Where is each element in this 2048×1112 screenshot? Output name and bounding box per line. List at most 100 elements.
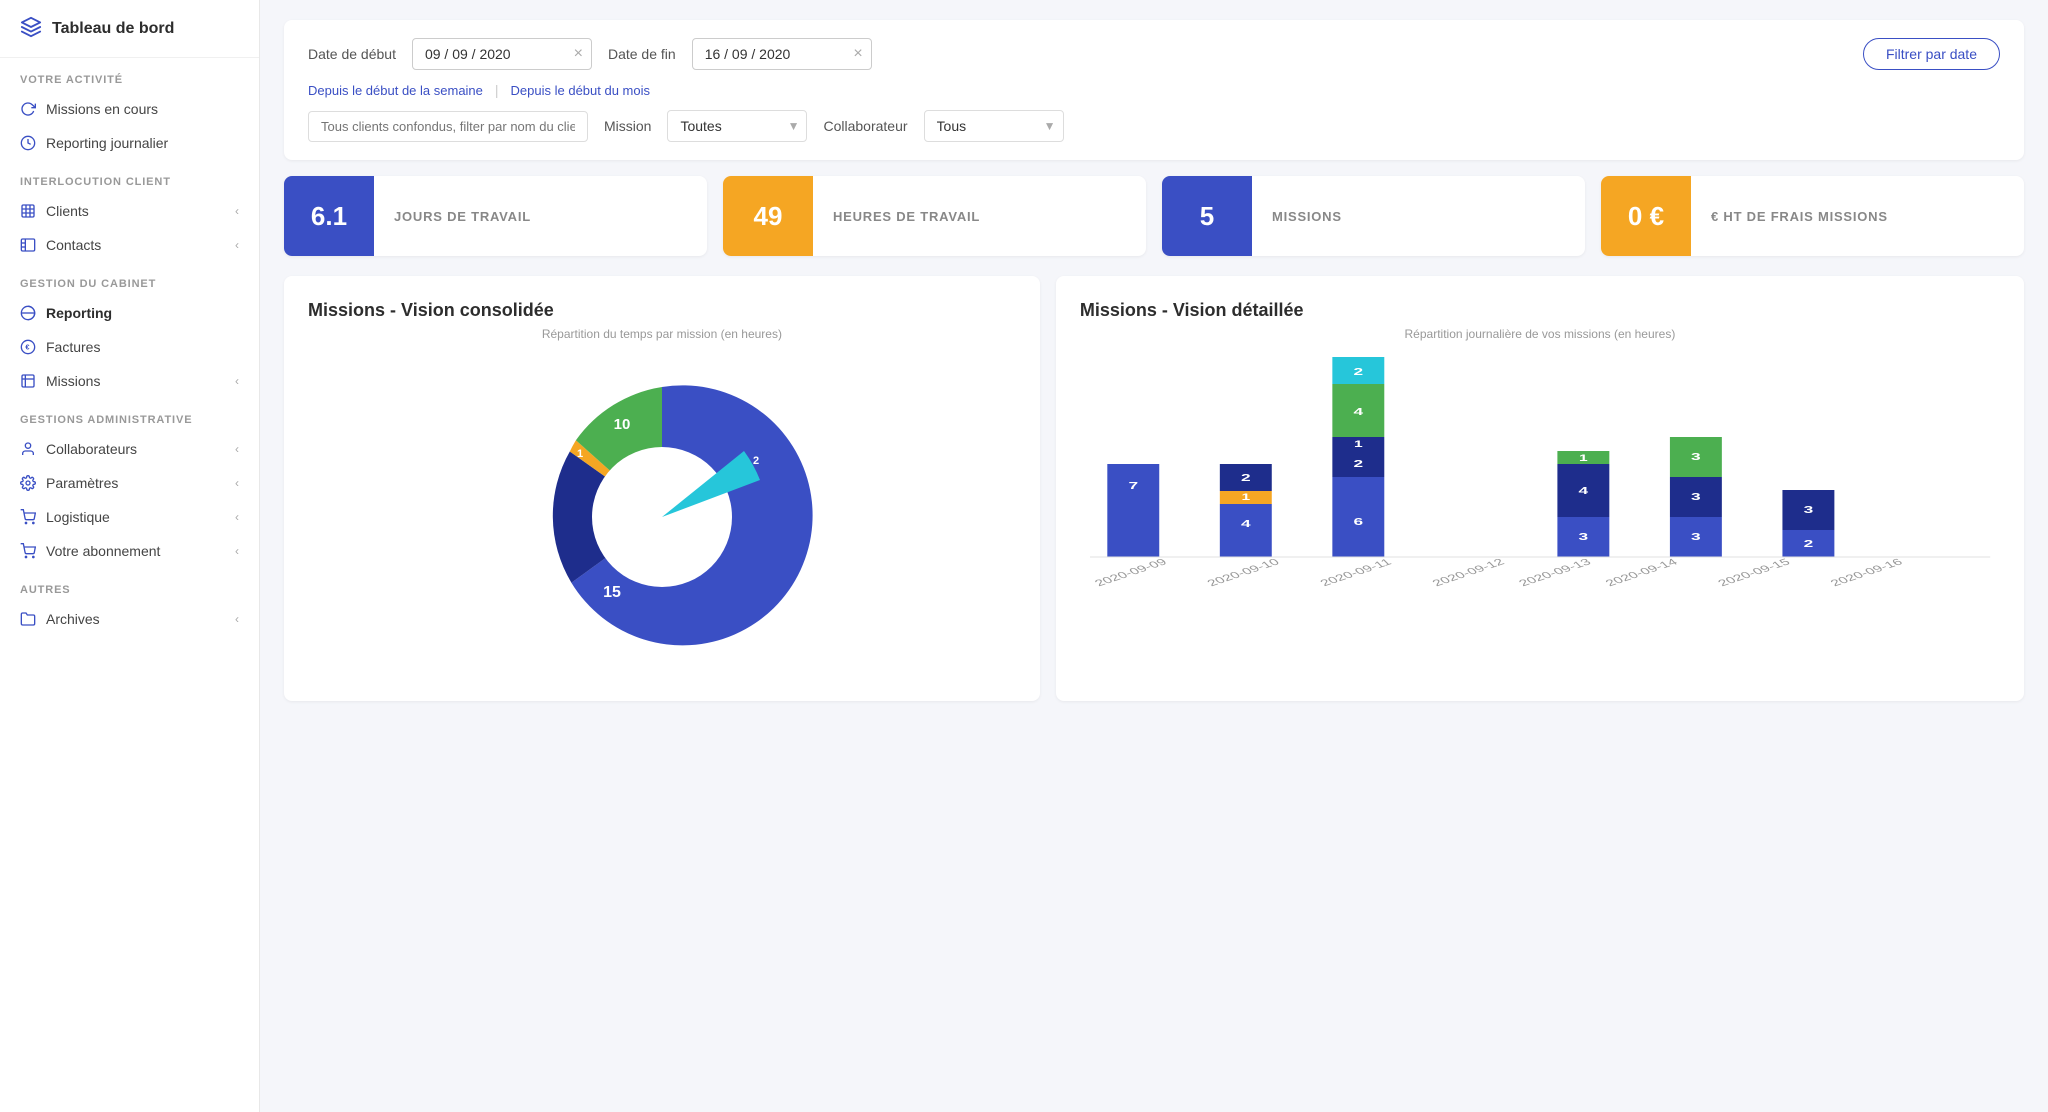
kpi-value-jours-travail: 6.1 [284,176,374,256]
kpi-label-heures-travail: HEURES DE TRAVAIL [813,209,1000,224]
collaborateur-select[interactable]: Tous Collab 1 Collab 2 [924,110,1064,142]
date-label: 2020-09-14 [1602,556,1680,588]
layers-icon [20,16,42,41]
filtrer-par-date-button[interactable]: Filtrer par date [1863,38,2000,70]
svg-text:€: € [25,343,29,352]
quick-link-mois[interactable]: Depuis le début du mois [511,83,650,98]
sidebar-item-label: Paramètres [46,475,118,491]
date-debut-label: Date de début [308,46,396,62]
collaborateur-select-wrap: Tous Collab 1 Collab 2 ▼ [924,110,1064,142]
sidebar-item-factures[interactable]: € Factures [0,330,259,364]
bar-value: 3 [1691,451,1701,462]
logistics-icon [20,509,36,525]
date-fin-input[interactable]: 16 / 09 / 2020 × [692,38,872,70]
kpi-label-frais-missions: € HT DE FRAIS MISSIONS [1691,209,1908,224]
bar-chart-area: 7 4 2 1 6 [1080,357,2000,637]
kpi-card-frais-missions: 0 € € HT DE FRAIS MISSIONS [1601,176,2024,256]
user-icon [20,441,36,457]
chevron-left-icon: ‹ [235,204,239,218]
sidebar-item-label: Reporting journalier [46,135,168,151]
mission-icon [20,373,36,389]
bar-chart-svg: 7 4 2 1 6 [1090,357,1990,597]
donut-label-4: 10 [614,416,631,433]
chart-detailed-subtitle: Répartition journalière de vos missions … [1080,327,2000,341]
kpi-value-missions: 5 [1162,176,1252,256]
sidebar-header: Tableau de bord [0,0,259,58]
donut-chart-container: 21 15 1 10 2 [308,357,1016,677]
sidebar-item-collaborateurs[interactable]: Collaborateurs ‹ [0,432,259,466]
refresh-icon [20,101,36,117]
chart-consolidated-subtitle: Répartition du temps par mission (en heu… [308,327,1016,341]
chart-detailed: Missions - Vision détaillée Répartition … [1056,276,2024,701]
contacts-icon [20,237,36,253]
chevron-left-icon: ‹ [235,442,239,456]
sidebar-item-reporting[interactable]: Reporting [0,296,259,330]
kpi-row: 6.1 JOURS DE TRAVAIL 49 HEURES DE TRAVAI… [284,176,2024,256]
sidebar-item-label: Votre abonnement [46,543,160,559]
bar-value: 3 [1691,491,1701,502]
chart-consolidated-title: Missions - Vision consolidée [308,300,1016,321]
sidebar-item-label: Logistique [46,509,110,525]
gear-icon [20,475,36,491]
sidebar-item-archives[interactable]: Archives ‹ [0,602,259,636]
sidebar-item-missions-en-cours[interactable]: Missions en cours [0,92,259,126]
date-label: 2020-09-09 [1091,556,1169,588]
mission-select[interactable]: Toutes Mission 1 Mission 2 [667,110,807,142]
date-debut-value: 09 / 09 / 2020 [425,46,511,62]
bar-value: 3 [1578,531,1588,542]
folder-icon [20,611,36,627]
chevron-left-icon: ‹ [235,510,239,524]
bar-value: 6 [1353,516,1363,527]
quick-link-semaine[interactable]: Depuis le début de la semaine [308,83,483,98]
date-label: 2020-09-11 [1317,556,1394,588]
mission-select-wrap: Toutes Mission 1 Mission 2 ▼ [667,110,807,142]
client-search-input[interactable] [308,111,588,142]
kpi-label-missions: MISSIONS [1252,209,1362,224]
date-fin-label: Date de fin [608,46,676,62]
kpi-value-frais-missions: 0 € [1601,176,1691,256]
sidebar-item-parametres[interactable]: Paramètres ‹ [0,466,259,500]
chevron-left-icon: ‹ [235,374,239,388]
date-label: 2020-09-10 [1204,556,1282,588]
bar-value: 7 [1128,480,1138,491]
donut-label-3: 1 [577,448,583,460]
bar-value: 1 [1354,439,1363,450]
filter-bar: Date de début 09 / 09 / 2020 × Date de f… [284,20,2024,160]
bar-value: 2 [1353,366,1363,377]
chevron-left-icon: ‹ [235,612,239,626]
cart-icon [20,543,36,559]
chevron-left-icon: ‹ [235,544,239,558]
sidebar-item-label: Clients [46,203,89,219]
bar-value: 3 [1803,504,1813,515]
kpi-value-heures-travail: 49 [723,176,813,256]
sidebar-item-votre-abonnement[interactable]: Votre abonnement ‹ [0,534,259,568]
date-label: 2020-09-16 [1827,556,1905,588]
sidebar-item-label: Reporting [46,305,112,321]
bar-value: 1 [1241,492,1250,503]
sidebar-item-label: Missions en cours [46,101,158,117]
sidebar-item-logistique[interactable]: Logistique ‹ [0,500,259,534]
clear-date-fin-icon[interactable]: × [853,45,862,63]
kpi-card-heures-travail: 49 HEURES DE TRAVAIL [723,176,1146,256]
donut-label-1: 21 [698,509,716,526]
chart-detailed-title: Missions - Vision détaillée [1080,300,2000,321]
donut-label-5: 2 [753,455,759,467]
date-debut-input[interactable]: 09 / 09 / 2020 × [412,38,592,70]
sidebar-item-reporting-journalier[interactable]: Reporting journalier [0,126,259,160]
collaborateur-label: Collaborateur [823,118,907,134]
sidebar-item-missions[interactable]: Missions ‹ [0,364,259,398]
date-label: 2020-09-12 [1429,556,1507,588]
sidebar-item-label: Collaborateurs [46,441,137,457]
bar-segment [1220,504,1272,557]
chevron-left-icon: ‹ [235,476,239,490]
chart-consolidated: Missions - Vision consolidée Répartition… [284,276,1040,701]
euro-icon: € [20,339,36,355]
sidebar-item-label: Archives [46,611,100,627]
sidebar-item-label: Missions [46,373,100,389]
bar-value: 1 [1579,453,1588,464]
donut-label-2: 15 [603,584,621,601]
clear-date-debut-icon[interactable]: × [574,45,583,63]
bar-value: 3 [1691,531,1701,542]
sidebar-item-clients[interactable]: Clients ‹ [0,194,259,228]
sidebar-item-contacts[interactable]: Contacts ‹ [0,228,259,262]
